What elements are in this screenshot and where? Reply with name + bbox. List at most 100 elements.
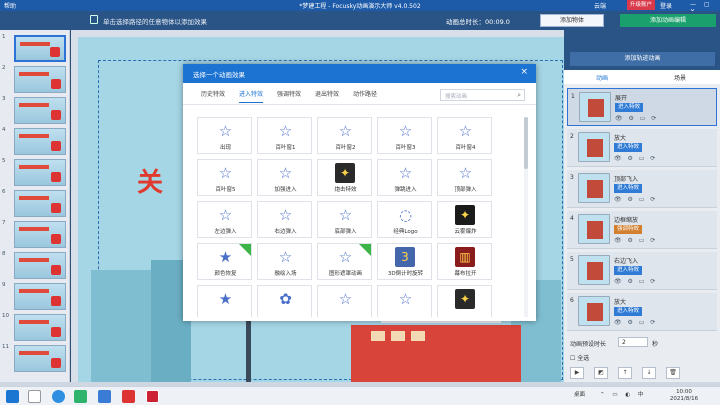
search-icon[interactable]: ⌕ <box>517 91 521 100</box>
effect-item[interactable]: ☆ 图形遮罩动画 <box>317 243 372 280</box>
play-icon[interactable]: ▶ <box>570 367 584 379</box>
add-path-animation-button[interactable]: 添加轨迹动画 <box>570 52 715 66</box>
tab-effect-0[interactable]: 历史特效 <box>201 89 225 98</box>
animation-name: 展开 <box>615 95 628 102</box>
animation-item[interactable]: 6 放大 进入特效 👁 ⚙ ▭ ⟳ <box>567 293 717 331</box>
upgrade-button[interactable]: 升级账户 <box>627 0 655 10</box>
effect-item[interactable]: ☆ 百叶窗4 <box>437 117 492 154</box>
tray-label[interactable]: 桌面 <box>574 390 585 398</box>
animation-control-icons[interactable]: 👁 ⚙ ▭ ⟳ <box>614 319 657 326</box>
animation-item[interactable]: 1 展开 进入特效 👁 ⚙ ▭ ⟳ <box>567 88 717 126</box>
slide-thumbnail[interactable]: 4 <box>2 127 68 155</box>
effect-item[interactable]: ☆ 百叶窗2 <box>317 117 372 154</box>
effect-label: 颜色恢复 <box>214 271 237 277</box>
edge-icon[interactable] <box>52 390 65 403</box>
effect-item[interactable]: ◌ 经典Logo <box>377 201 432 238</box>
animation-type-badge[interactable]: 进入特效 <box>614 184 643 193</box>
effect-item[interactable]: ☆ 底部弹入 <box>317 201 372 238</box>
cloud-link[interactable]: 云端 <box>594 1 606 10</box>
select-all-checkbox[interactable]: ☐ 全选 <box>570 353 589 362</box>
animation-type-badge[interactable]: 进入特效 <box>614 143 643 152</box>
search-icon[interactable] <box>28 390 41 403</box>
focusky-icon[interactable] <box>146 390 159 403</box>
tab-effect-4[interactable]: 动作路径 <box>353 89 377 98</box>
effect-item[interactable]: ☆ <box>317 285 372 317</box>
slide-thumbnail[interactable]: 8 <box>2 251 68 279</box>
effect-item[interactable]: ☆ 百叶窗5 <box>197 159 252 196</box>
effect-item[interactable]: ✦ <box>437 285 492 317</box>
effect-item[interactable]: ✿ <box>257 285 312 317</box>
tab-scene[interactable]: 场景 <box>674 73 686 82</box>
animation-item[interactable]: 4 边框缩放 强调特效 👁 ⚙ ▭ ⟳ <box>567 211 717 249</box>
effect-item[interactable]: ☆ 顶部弹入 <box>437 159 492 196</box>
delete-icon[interactable]: 🗑 <box>666 367 680 379</box>
slide-thumbnail[interactable]: 5 <box>2 158 68 186</box>
search-input[interactable]: 搜索动画 ⌕ <box>440 89 525 101</box>
animation-thumbnail <box>578 296 610 326</box>
animation-control-icons[interactable]: 👁 ⚙ ▭ ⟳ <box>615 115 658 122</box>
animation-control-icons[interactable]: 👁 ⚙ ▭ ⟳ <box>614 278 657 285</box>
effect-item[interactable]: ☆ 出现 <box>197 117 252 154</box>
animation-control-icons[interactable]: 👁 ⚙ ▭ ⟳ <box>614 237 657 244</box>
effect-item[interactable]: ☆ 百叶窗3 <box>377 117 432 154</box>
effect-label: 底部弹入 <box>334 229 357 235</box>
title-bar-shape <box>19 196 49 200</box>
canvas-title[interactable]: 关 <box>137 162 163 199</box>
scrollbar-thumb[interactable] <box>524 117 528 169</box>
preview-icon[interactable]: ◩ <box>594 367 608 379</box>
tab-effect-3[interactable]: 退出特效 <box>315 89 339 98</box>
preset-duration-stepper[interactable]: 2 <box>618 337 648 347</box>
animation-type-badge[interactable]: 进入特效 <box>614 266 643 275</box>
effect-item[interactable]: ✦ 炮击特效 <box>317 159 372 196</box>
effect-item[interactable]: ☆ 百叶窗1 <box>257 117 312 154</box>
close-icon[interactable]: × <box>520 67 528 77</box>
animation-type-badge[interactable]: 进入特效 <box>615 103 644 112</box>
slide-thumbnail[interactable]: 10 <box>2 313 68 341</box>
effect-item[interactable]: ★ <box>197 285 252 317</box>
scrollbar[interactable] <box>524 117 528 317</box>
slide-thumbnail[interactable]: 2 <box>2 65 68 93</box>
slide-thumbnail[interactable]: 3 <box>2 96 68 124</box>
animation-control-icons[interactable]: 👁 ⚙ ▭ ⟳ <box>614 155 657 162</box>
add-object-button[interactable]: 添加物体 <box>540 14 604 27</box>
tab-animation[interactable]: 动画 <box>596 73 608 82</box>
add-animation-button[interactable]: 添加动画编辑 <box>620 14 716 27</box>
slide-thumbnail[interactable]: 7 <box>2 220 68 248</box>
app-icon[interactable] <box>98 390 111 403</box>
effect-item[interactable]: ▥ 幕布拉开 <box>437 243 492 280</box>
star-icon: ☆ <box>278 122 293 140</box>
slide-thumbnail[interactable]: 11 <box>2 344 68 372</box>
effect-item[interactable]: ☆ 右边弹入 <box>257 201 312 238</box>
move-up-icon[interactable]: ↑ <box>618 367 632 379</box>
effect-item[interactable]: ☆ 弹跳进入 <box>377 159 432 196</box>
slide-thumbnail[interactable]: 9 <box>2 282 68 310</box>
windows-start-icon[interactable] <box>6 390 19 403</box>
effect-item[interactable]: ☆ 左边弹入 <box>197 201 252 238</box>
tab-effect-2[interactable]: 强调特效 <box>277 89 301 98</box>
slide-number: 10 <box>2 313 9 319</box>
effect-item[interactable]: ★ 颜色恢复 <box>197 243 252 280</box>
login-link[interactable]: 登录 <box>660 1 672 10</box>
app-icon[interactable] <box>122 390 135 403</box>
app-icon[interactable] <box>74 390 87 403</box>
star-icon: ☆ <box>218 206 233 224</box>
tray-icons[interactable]: ⌃ ▭ ◐ 中 <box>600 390 646 398</box>
fire-truck-image[interactable] <box>351 325 521 382</box>
title-bar-shape <box>20 42 50 46</box>
effect-item[interactable]: ☆ 融绘入场 <box>257 243 312 280</box>
slide-thumbnail[interactable]: 6 <box>2 189 68 217</box>
effect-item[interactable]: ☆ 加强进入 <box>257 159 312 196</box>
animation-type-badge[interactable]: 强调特效 <box>614 225 643 234</box>
effect-item[interactable]: ☆ <box>377 285 432 317</box>
effect-item[interactable]: ✦ 云雾爆炸 <box>437 201 492 238</box>
tab-effect-1[interactable]: 进入特效 <box>239 89 264 103</box>
animation-item[interactable]: 5 右边飞入 进入特效 👁 ⚙ ▭ ⟳ <box>567 252 717 290</box>
clock[interactable]: 10:00 2021/8/16 <box>664 389 704 403</box>
animation-item[interactable]: 3 顶部飞入 进入特效 👁 ⚙ ▭ ⟳ <box>567 170 717 208</box>
animation-type-badge[interactable]: 进入特效 <box>614 307 643 316</box>
slide-thumbnail[interactable]: 1 <box>2 34 68 62</box>
animation-item[interactable]: 2 放大 进入特效 👁 ⚙ ▭ ⟳ <box>567 129 717 167</box>
animation-control-icons[interactable]: 👁 ⚙ ▭ ⟳ <box>614 196 657 203</box>
effect-item[interactable]: 3 3D倒计时旋转 <box>377 243 432 280</box>
move-down-icon[interactable]: ↓ <box>642 367 656 379</box>
